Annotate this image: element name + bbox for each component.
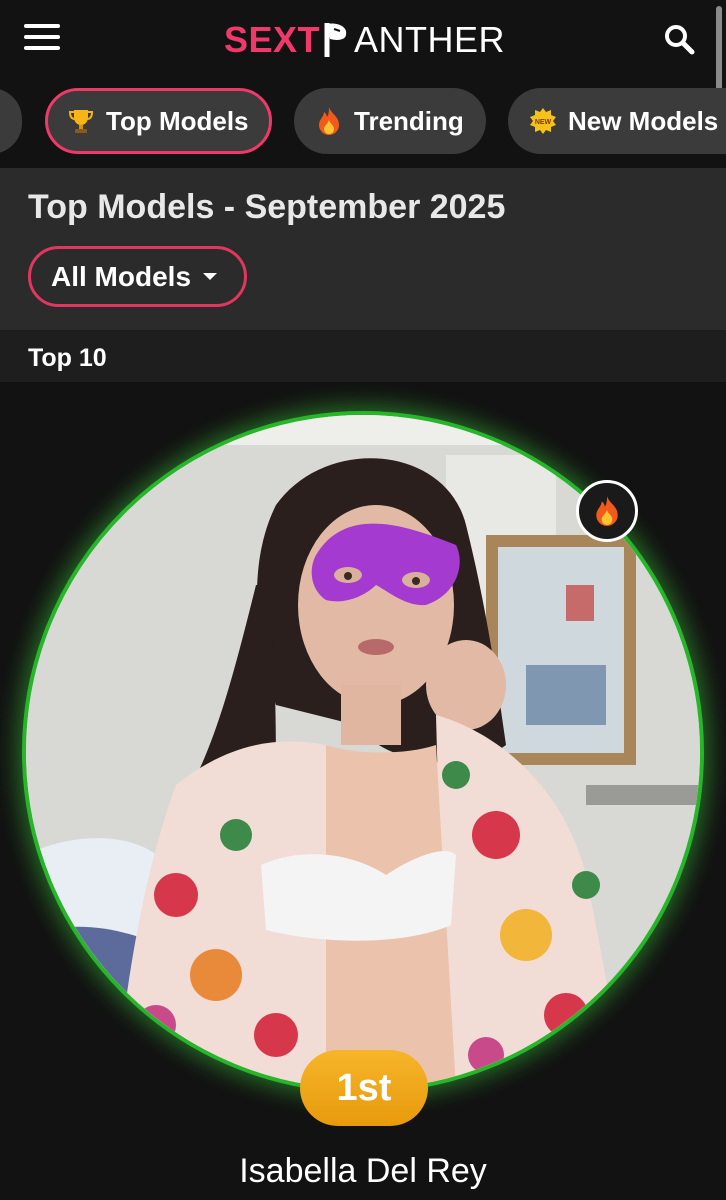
fire-icon — [314, 106, 344, 136]
hamburger-menu-icon[interactable] — [24, 24, 62, 54]
category-tabs: Top Models Trending NEW New Models — [0, 80, 726, 168]
tab-label: New Models — [568, 105, 719, 136]
dropdown-label: All Models — [51, 260, 192, 292]
page-title: Top Models - September 2025 — [28, 188, 506, 226]
model-name[interactable]: Isabella Del Rey — [0, 1152, 726, 1191]
top-header: SEXT ANTHER — [0, 0, 726, 106]
section-label: Top 10 — [28, 344, 107, 372]
site-logo[interactable]: SEXT ANTHER — [224, 18, 505, 62]
fire-icon — [596, 496, 618, 526]
title-section: Top Models - September 2025 All Models — [0, 168, 726, 330]
rank-badge: 1st — [300, 1050, 428, 1126]
new-badge-icon: NEW — [528, 106, 558, 136]
all-models-dropdown[interactable]: All Models — [28, 246, 247, 307]
section-header: Top 10 — [0, 330, 726, 382]
tab-trending[interactable]: Trending — [294, 88, 486, 154]
hot-fire-badge — [576, 480, 638, 542]
chevron-down-icon — [203, 273, 218, 280]
svg-text:NEW: NEW — [535, 119, 552, 126]
logo-text-sext: SEXT — [224, 19, 321, 60]
tab-top-models[interactable]: Top Models — [45, 88, 272, 154]
tab-label: Trending — [354, 105, 464, 136]
search-icon[interactable] — [662, 22, 696, 56]
tab-label: Top Models — [106, 105, 249, 136]
panther-logo-icon — [324, 21, 350, 59]
logo-text-panther: ANTHER — [354, 19, 506, 60]
trophy-icon — [66, 106, 96, 136]
tab-new-models[interactable]: NEW New Models — [508, 88, 726, 154]
tab-previous[interactable] — [0, 88, 22, 154]
model-card[interactable]: 1st Isabella Del Rey — [0, 382, 726, 1200]
